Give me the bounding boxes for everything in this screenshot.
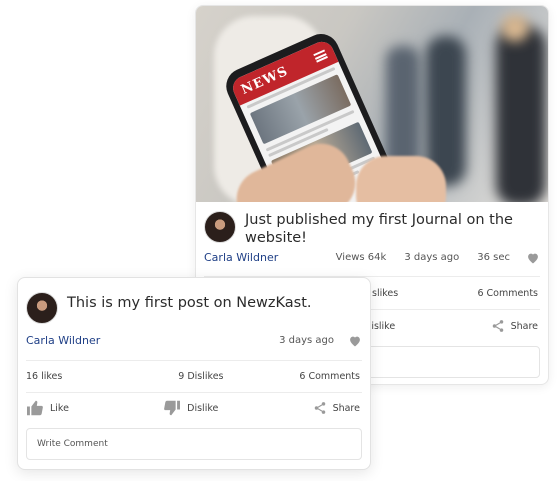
post-title: Just published my first Journal on the w… <box>245 212 513 246</box>
comment-count[interactable]: 6 Comments <box>299 371 360 382</box>
share-label: Share <box>510 320 538 332</box>
heart-icon[interactable] <box>348 335 360 347</box>
comment-input[interactable]: Write Comment <box>26 428 362 460</box>
divider <box>26 360 362 361</box>
dislike-count: 9 Dislikes <box>178 371 224 382</box>
comment-placeholder: Write Comment <box>37 439 108 449</box>
share-button[interactable]: Share <box>313 401 360 415</box>
like-button[interactable]: Like <box>26 400 69 416</box>
menu-icon <box>313 49 328 63</box>
read-duration: 36 sec <box>477 252 510 263</box>
divider <box>26 392 362 393</box>
thumbs-down-icon <box>163 400 181 416</box>
avatar[interactable] <box>204 211 236 243</box>
like-count: 16 likes <box>26 371 63 382</box>
dislike-label: Dislike <box>187 402 219 414</box>
thumbs-up-icon <box>26 400 44 416</box>
post-image[interactable]: NEWS <box>196 6 548 202</box>
post-date: 3 days ago <box>404 252 460 263</box>
share-label: Share <box>332 402 360 414</box>
view-count: Views 64k <box>335 252 387 263</box>
avatar[interactable] <box>26 292 58 324</box>
photo-walker <box>496 26 546 202</box>
dislike-count: slikes <box>372 288 399 299</box>
share-button[interactable]: Share <box>491 319 538 333</box>
post-date: 3 days ago <box>279 335 334 346</box>
photo-hand <box>356 156 446 202</box>
author-link[interactable]: Carla Wildner <box>204 251 278 264</box>
comment-count[interactable]: 6 Comments <box>477 288 538 299</box>
like-label: Like <box>50 402 69 414</box>
front-post-card: This is my first post on NewzKast. Carla… <box>17 277 371 470</box>
heart-icon[interactable] <box>526 252 538 264</box>
share-icon <box>491 319 505 333</box>
share-icon <box>313 401 327 415</box>
photo-walker <box>501 14 529 42</box>
author-link[interactable]: Carla Wildner <box>26 334 100 347</box>
post-title: This is my first post on NewzKast. <box>67 295 312 311</box>
dislike-button[interactable]: Dislike <box>163 400 218 416</box>
